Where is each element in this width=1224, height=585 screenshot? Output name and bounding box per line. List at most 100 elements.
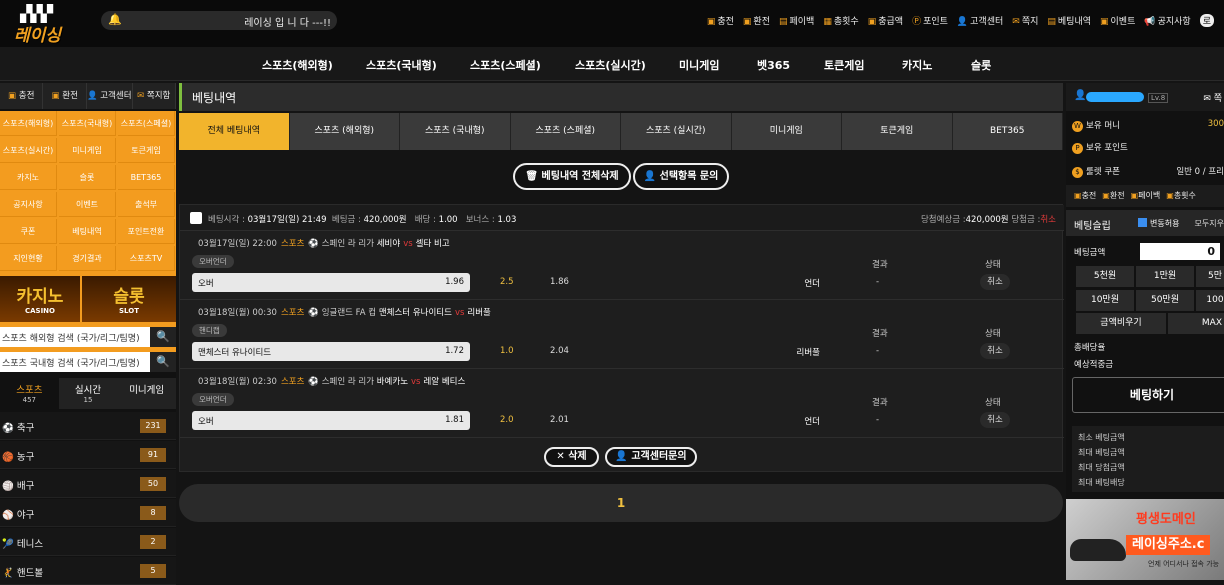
history-tab-6[interactable]: 토큰게임 [842,113,953,150]
main-nav-item-8[interactable]: 슬롯 [971,57,991,73]
domain-ad-banner[interactable]: 평생도메인 레이싱주소.c 언제 어디서나 접속 가능 [1066,499,1224,580]
sport-row-0[interactable]: ⚽ 축구 231 [0,412,176,440]
main-nav-item-0[interactable]: 스포츠(해외형) [262,57,333,73]
sport-row-4[interactable]: 🎾 테니스 2 [0,528,176,556]
page-number[interactable]: 1 [617,496,625,510]
main-nav-item-2[interactable]: 스포츠(스페셜) [470,57,541,73]
clear-amount-button[interactable]: 금액비우기 [1076,313,1166,334]
menu-grid-item-11[interactable]: 출석부 [118,192,175,217]
main-nav-item-1[interactable]: 스포츠(국내형) [366,57,437,73]
menu-grid-item-5[interactable]: 토큰게임 [118,138,175,163]
menu-grid-item-15[interactable]: 지인현황 [0,246,57,271]
search-overseas[interactable]: 스포츠 해외형 검색 (국가/리그/팀명) 🔍 [0,327,176,347]
point-row: P 보유 포인트 [1066,135,1224,159]
sport-tab-1[interactable]: 실시간 15 [59,378,118,409]
selected-pick[interactable]: 오버 1.81 [192,411,470,430]
menu-grid-item-3[interactable]: 스포츠(실시간) [0,138,57,163]
topnav-item-9[interactable]: ▣ 이벤트 [1100,14,1135,27]
menu-grid-item-10[interactable]: 이벤트 [59,192,116,217]
history-tab-2[interactable]: 스포츠 (국내형) [400,113,511,150]
right-menu-item-2[interactable]: ▣페이백 [1131,185,1161,207]
history-tab-0[interactable]: 전체 베팅내역 [179,113,290,150]
menu-grid-item-7[interactable]: 슬롯 [59,165,116,190]
amount-chip-4[interactable]: 50만원 [1136,290,1194,311]
amount-chip-3[interactable]: 10만원 [1076,290,1134,311]
support-inquiry-button[interactable]: 👤 고객센터문의 [605,447,697,467]
amount-chip-1[interactable]: 1만원 [1136,266,1194,287]
clear-all-button[interactable]: 모두지우 [1195,218,1224,229]
casino-banner[interactable]: 카지노 CASINO [0,276,80,322]
sport-row-1[interactable]: 🏀 농구 91 [0,441,176,469]
delete-all-button[interactable]: 🗑 베팅내역 전체삭제 [513,163,631,190]
sport-row-3[interactable]: ⚾ 야구 8 [0,499,176,527]
menu-grid-item-6[interactable]: 카지노 [0,165,57,190]
menu-grid-item-13[interactable]: 베팅내역 [59,219,116,244]
search-icon[interactable]: 🔍 [150,327,176,347]
history-tab-1[interactable]: 스포츠 (해외형) [289,113,400,150]
place-bet-button[interactable]: 베팅하기 [1072,377,1224,413]
sport-name: ⚾ 야구 [2,507,34,521]
search-domestic[interactable]: 스포츠 국내형 검색 (국가/리그/팀명) 🔍 [0,352,176,372]
right-menu-item-1[interactable]: ▣환전 [1102,185,1124,207]
menu-grid-item-14[interactable]: 포인트전환 [118,219,175,244]
select-checkbox[interactable] [190,212,202,224]
alt-odds: 2.01 [550,415,569,425]
topnav-item-5[interactable]: Ⓟ 포인트 [912,14,948,27]
history-tab-4[interactable]: 스포츠 (실시간) [621,113,732,150]
menu-grid-item-17[interactable]: 스포츠TV [118,246,175,271]
history-tab-3[interactable]: 스포츠 (스페셜) [510,113,621,150]
topnav-item-2[interactable]: ▤ 페이백 [779,14,814,27]
main-nav-item-5[interactable]: 벳365 [757,57,790,73]
right-menu-item-0[interactable]: ▣충전 [1074,185,1096,207]
left-tab-3[interactable]: ✉ 쪽지함 [133,83,176,109]
slot-banner[interactable]: 슬롯 SLOT [82,276,176,322]
selected-pick[interactable]: 맨체스터 유나이티드 1.72 [192,342,470,361]
max-button[interactable]: MAX [1168,313,1224,334]
sport-row-2[interactable]: 🏐 배구 50 [0,470,176,498]
sport-tab-0[interactable]: 스포츠 457 [0,378,59,409]
topnav-item-4[interactable]: ▣ 충급액 [868,14,903,27]
sport-row-5[interactable]: 🤾 핸드볼 5 [0,557,176,585]
menu-grid-item-16[interactable]: 경기결과 [59,246,116,271]
selected-pick[interactable]: 오버 1.96 [192,273,470,292]
inquiry-selected-button[interactable]: 👤 선택항목 문의 [633,163,729,190]
amount-chip-2[interactable]: 5만 [1196,266,1224,287]
history-tab-5[interactable]: 미니게임 [731,113,842,150]
main-nav-item-7[interactable]: 카지노 [902,57,932,73]
delete-button[interactable]: ✕ 삭제 [544,447,599,467]
main-nav-item-3[interactable]: 스포츠(실시간) [575,57,646,73]
menu-grid-item-0[interactable]: 스포츠(해외형) [0,111,57,136]
history-tab-7[interactable]: BET365 [952,113,1063,150]
search-icon[interactable]: 🔍 [150,352,176,372]
site-logo[interactable]: ▞▞▞ 레이싱 [12,4,70,46]
topnav-item-10[interactable]: 📢 공지사항 [1144,14,1190,27]
amount-chip-0[interactable]: 5천원 [1076,266,1134,287]
left-tab-1[interactable]: ▣ 환전 [43,83,87,109]
menu-grid-item-1[interactable]: 스포츠(국내형) [59,111,116,136]
main-nav-item-6[interactable]: 토큰게임 [824,57,864,73]
amount-chip-5[interactable]: 100 [1196,290,1224,311]
topnav-item-0[interactable]: ▣ 충전 [707,14,734,27]
right-menu-item-3[interactable]: ▣총횟수 [1166,185,1196,207]
topnav-item-1[interactable]: ▣ 환전 [743,14,770,27]
topnav-label: 환전 [753,17,770,27]
sport-tab-2[interactable]: 미니게임 [117,378,176,409]
odds-label: 배당 : [414,215,436,225]
allow-change-checkbox[interactable]: 변동허용 [1138,218,1179,229]
menu-grid-item-12[interactable]: 쿠폰 [0,219,57,244]
menu-grid-item-2[interactable]: 스포츠(스페셜) [118,111,175,136]
bet-limits: 최소 베팅금액 최대 베팅금액 최대 당첨금액 최대 베팅배당 [1072,426,1224,492]
topnav-item-6[interactable]: 👤 고객센터 [957,14,1003,27]
menu-grid-item-9[interactable]: 공지사항 [0,192,57,217]
left-tab-0[interactable]: ▣ 충전 [0,83,44,109]
topnav-item-7[interactable]: ✉ 쪽지 [1012,14,1038,27]
menu-grid-item-4[interactable]: 미니게임 [59,138,116,163]
menu-grid-item-8[interactable]: BET365 [118,165,175,190]
left-tab-2[interactable]: 👤 고객센터 [87,83,133,109]
main-nav-item-4[interactable]: 미니게임 [679,57,719,73]
bet-amount-input[interactable]: 0 [1140,243,1220,260]
topnav-item-8[interactable]: ▤ 베팅내역 [1047,14,1091,27]
topnav-extra[interactable]: 로 [1199,14,1214,27]
topnav-item-3[interactable]: ▦ 총횟수 [823,14,858,27]
note-link[interactable]: ✉ 쪽 [1203,91,1222,104]
